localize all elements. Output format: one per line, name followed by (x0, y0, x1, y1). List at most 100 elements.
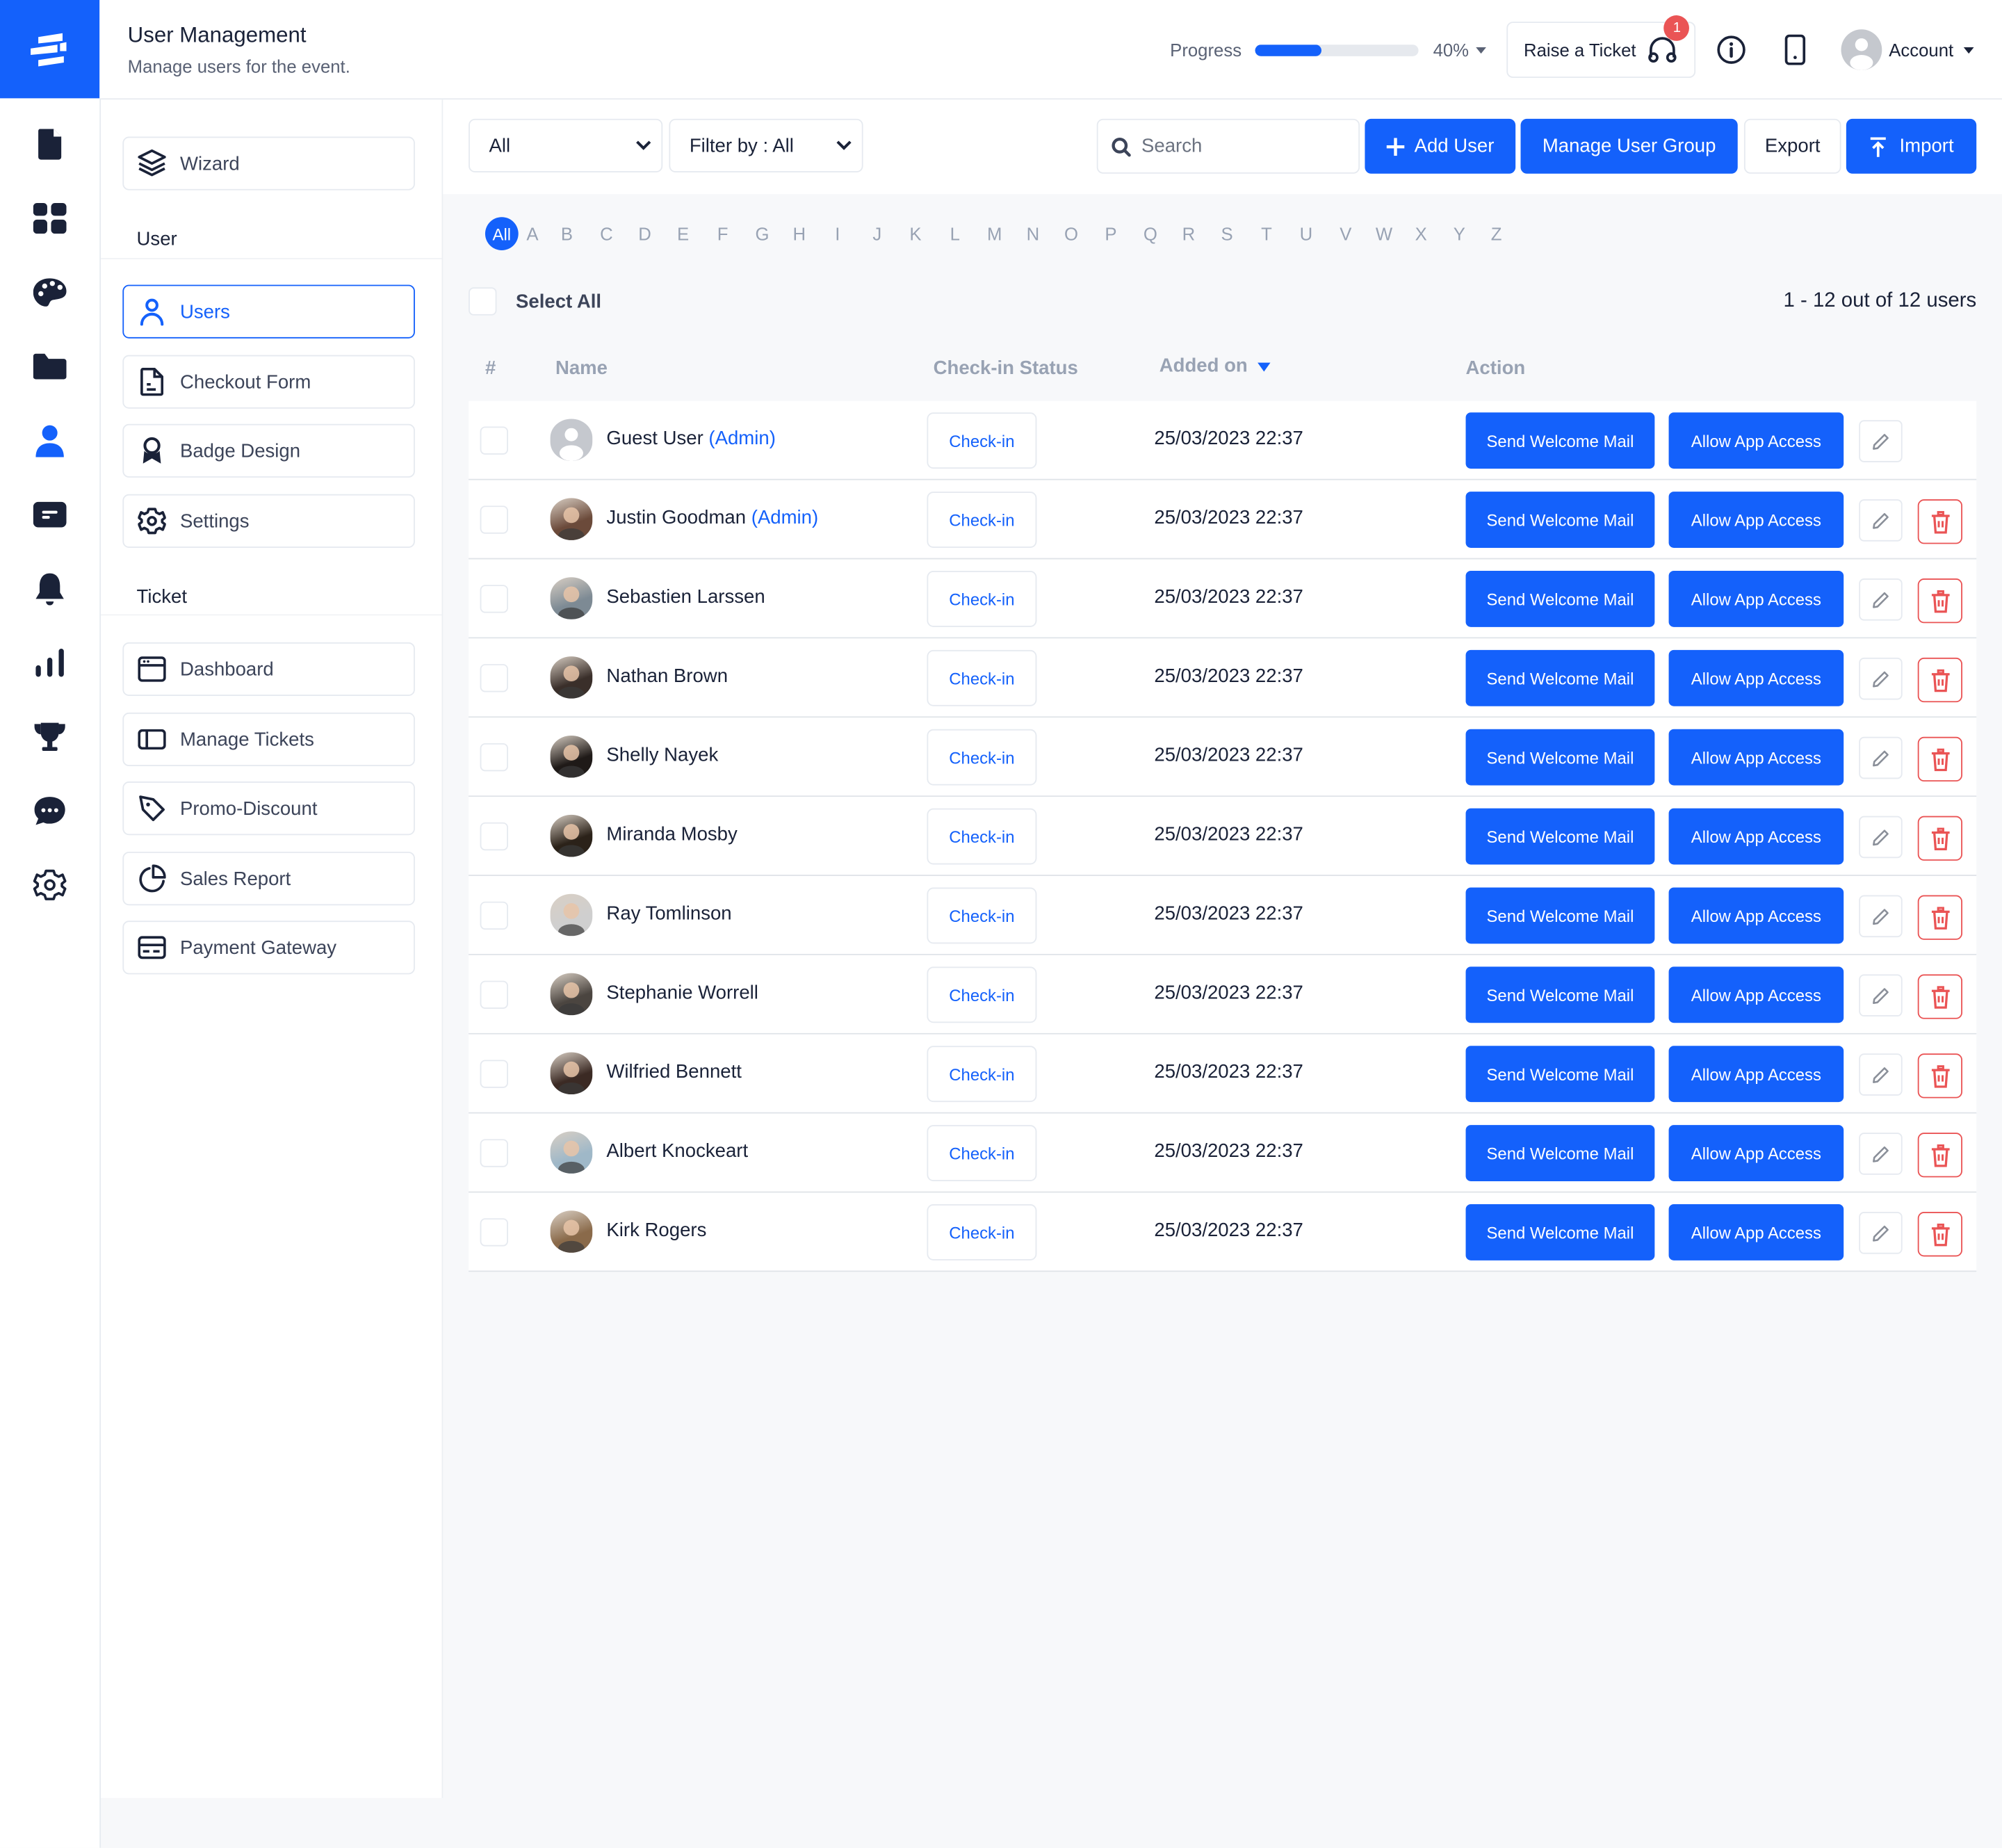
user-name[interactable]: Wilfried Bennett (606, 1061, 741, 1083)
user-name[interactable]: Ray Tomlinson (606, 903, 731, 925)
subnav-item-users[interactable]: Users (122, 284, 415, 339)
check-in-button[interactable]: Check-in (927, 412, 1037, 469)
info-button[interactable] (1714, 32, 1750, 67)
delete-user-button[interactable] (1917, 578, 1963, 624)
alpha-filter-l[interactable]: L (934, 223, 975, 243)
manage-user-group-button[interactable]: Manage User Group (1520, 118, 1738, 174)
row-checkbox[interactable] (480, 901, 509, 930)
allow-app-access-button[interactable]: Allow App Access (1668, 649, 1844, 706)
alpha-filter-m[interactable]: M (975, 223, 1014, 243)
check-in-button[interactable]: Check-in (927, 887, 1037, 944)
rail-item-messages[interactable] (32, 793, 67, 829)
rail-item-files[interactable] (32, 348, 67, 384)
alpha-filter-c[interactable]: C (587, 223, 626, 243)
alpha-filter-r[interactable]: R (1169, 223, 1207, 243)
send-welcome-mail-button[interactable]: Send Welcome Mail (1465, 887, 1655, 944)
row-checkbox[interactable] (480, 585, 509, 613)
send-welcome-mail-button[interactable]: Send Welcome Mail (1465, 729, 1655, 786)
check-in-button[interactable]: Check-in (927, 808, 1037, 865)
send-welcome-mail-button[interactable]: Send Welcome Mail (1465, 1046, 1655, 1103)
rail-item-design[interactable] (32, 275, 67, 310)
check-in-button[interactable]: Check-in (927, 729, 1037, 786)
delete-user-button[interactable] (1917, 1212, 1963, 1257)
delete-user-button[interactable] (1917, 499, 1963, 544)
send-welcome-mail-button[interactable]: Send Welcome Mail (1465, 1204, 1655, 1261)
send-welcome-mail-button[interactable]: Send Welcome Mail (1465, 571, 1655, 627)
edit-user-button[interactable] (1859, 816, 1903, 859)
rail-item-settings[interactable] (32, 867, 67, 902)
user-name[interactable]: Sebastien Larssen (606, 586, 765, 608)
rail-item-reports[interactable] (32, 645, 67, 681)
alpha-filter-o[interactable]: O (1052, 223, 1090, 243)
allow-app-access-button[interactable]: Allow App Access (1668, 729, 1844, 786)
add-user-button[interactable]: Add User (1365, 118, 1516, 174)
user-name[interactable]: Albert Knockeart (606, 1140, 748, 1162)
search-input[interactable]: Search (1096, 118, 1360, 174)
edit-user-button[interactable] (1859, 736, 1903, 779)
delete-user-button[interactable] (1917, 657, 1963, 703)
user-name[interactable]: Guest User (Admin) (606, 428, 775, 449)
alpha-filter-t[interactable]: T (1246, 223, 1287, 243)
alpha-filter-j[interactable]: J (858, 223, 896, 243)
allow-app-access-button[interactable]: Allow App Access (1668, 1125, 1844, 1181)
alpha-filter-g[interactable]: G (743, 223, 781, 243)
check-in-button[interactable]: Check-in (927, 649, 1037, 706)
allow-app-access-button[interactable]: Allow App Access (1668, 887, 1844, 944)
delete-user-button[interactable] (1917, 1053, 1963, 1099)
allow-app-access-button[interactable]: Allow App Access (1668, 492, 1844, 548)
alpha-filter-all[interactable]: All (485, 217, 519, 250)
send-welcome-mail-button[interactable]: Send Welcome Mail (1465, 1125, 1655, 1181)
alpha-filter-d[interactable]: D (626, 223, 664, 243)
edit-user-button[interactable] (1859, 1212, 1903, 1254)
alpha-filter-k[interactable]: K (896, 223, 934, 243)
alpha-filter-z[interactable]: Z (1479, 223, 1514, 243)
allow-app-access-button[interactable]: Allow App Access (1668, 412, 1844, 469)
rail-item-documents[interactable] (32, 127, 67, 162)
check-in-button[interactable]: Check-in (927, 492, 1037, 548)
row-checkbox[interactable] (480, 1139, 509, 1167)
delete-user-button[interactable] (1917, 736, 1963, 782)
check-in-button[interactable]: Check-in (927, 1125, 1037, 1181)
select-all-checkbox[interactable] (469, 287, 497, 316)
allow-app-access-button[interactable]: Allow App Access (1668, 1046, 1844, 1103)
check-in-button[interactable]: Check-in (927, 571, 1037, 627)
subnav-item-checkout-form[interactable]: Checkout Form (122, 355, 415, 409)
edit-user-button[interactable] (1859, 1053, 1903, 1096)
delete-user-button[interactable] (1917, 816, 1963, 861)
progress-dropdown-caret-icon[interactable] (1476, 47, 1487, 54)
column-header-checkin[interactable]: Check-in Status (934, 357, 1078, 379)
alpha-filter-h[interactable]: H (781, 223, 817, 243)
allow-app-access-button[interactable]: Allow App Access (1668, 808, 1844, 865)
check-in-button[interactable]: Check-in (927, 966, 1037, 1023)
alpha-filter-u[interactable]: U (1287, 223, 1325, 243)
row-checkbox[interactable] (480, 426, 509, 455)
alpha-filter-b[interactable]: B (546, 223, 587, 243)
delete-user-button[interactable] (1917, 895, 1963, 940)
alpha-filter-a[interactable]: A (519, 223, 546, 243)
select-all-control[interactable]: Select All (469, 287, 601, 316)
allow-app-access-button[interactable]: Allow App Access (1668, 966, 1844, 1023)
rail-item-users[interactable] (32, 423, 67, 458)
subnav-item-dashboard[interactable]: Dashboard (122, 642, 415, 697)
raise-ticket-button[interactable]: Raise a Ticket 1 (1507, 15, 1696, 79)
subnav-item-badge-design[interactable]: Badge Design (122, 423, 415, 478)
row-checkbox[interactable] (480, 743, 509, 772)
subnav-item-promo-discount[interactable]: Promo-Discount (122, 781, 415, 836)
row-checkbox[interactable] (480, 1218, 509, 1247)
user-type-select[interactable]: All (469, 118, 663, 172)
subnav-item-manage-tickets[interactable]: Manage Tickets (122, 712, 415, 767)
alpha-filter-y[interactable]: Y (1440, 223, 1479, 243)
edit-user-button[interactable] (1859, 578, 1903, 621)
delete-user-button[interactable] (1917, 974, 1963, 1019)
edit-user-button[interactable] (1859, 1133, 1903, 1175)
user-name[interactable]: Miranda Mosby (606, 824, 737, 845)
send-welcome-mail-button[interactable]: Send Welcome Mail (1465, 412, 1655, 469)
import-button[interactable]: Import (1846, 118, 1977, 174)
account-menu[interactable]: Account (1841, 29, 1974, 71)
rail-item-tickets[interactable] (32, 496, 67, 532)
filter-select[interactable]: Filter by : All (669, 118, 863, 172)
alpha-filter-s[interactable]: S (1208, 223, 1246, 243)
edit-user-button[interactable] (1859, 499, 1903, 542)
mobile-app-button[interactable] (1777, 32, 1813, 67)
row-checkbox[interactable] (480, 1060, 509, 1088)
